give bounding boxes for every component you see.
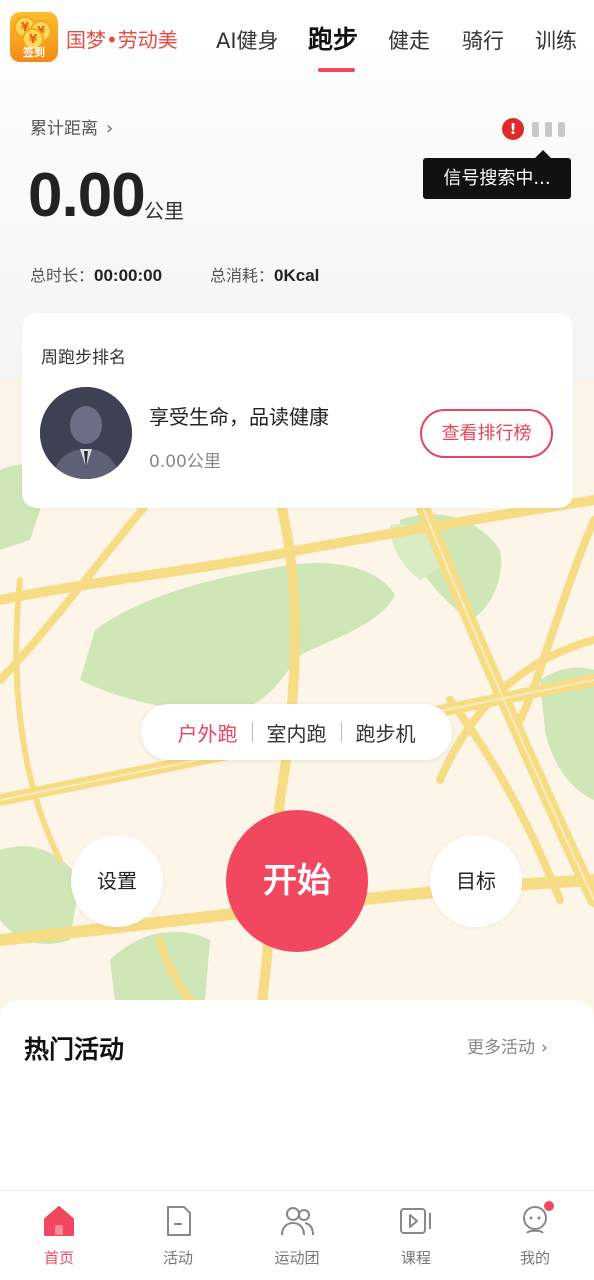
cumulative-distance-label: 累计距离	[30, 119, 98, 139]
nav-sports-group[interactable]: 运动团	[238, 1191, 356, 1280]
ranking-user-distance: 0.00公里	[149, 452, 221, 472]
person-avatar-icon	[40, 387, 132, 479]
document-icon	[167, 1206, 191, 1236]
total-duration-label: 总时长：	[30, 266, 95, 285]
brand-title[interactable]: 国梦•劳动美	[66, 24, 178, 53]
tab-ai-fitness[interactable]: AI健身	[216, 25, 279, 55]
notification-dot	[544, 1201, 554, 1211]
mode-treadmill[interactable]: 跑步机	[356, 718, 416, 747]
video-icon	[400, 1208, 431, 1234]
tab-running[interactable]: 跑步	[308, 20, 358, 56]
cumulative-distance-link[interactable]: 累计距离 ›	[30, 114, 113, 139]
hot-activities-section: 热门活动 更多活动 ›	[0, 1000, 594, 1190]
tab-cycling[interactable]: 骑行	[462, 25, 504, 55]
chevron-right-icon: ›	[106, 118, 114, 139]
nav-profile-label: 我的	[519, 1249, 550, 1267]
hot-activities-title: 热门活动	[24, 1035, 125, 1064]
divider	[251, 722, 253, 742]
signin-badge-button[interactable]: ¥ ¥ ¥ 签到	[10, 12, 58, 62]
gps-signal-indicator[interactable]: !	[502, 118, 566, 142]
divider	[340, 722, 342, 742]
total-calories-value: 0Kcal	[274, 266, 320, 285]
nav-courses-label: 课程	[400, 1249, 431, 1267]
ranking-user-name: 享受生命，品读健康	[149, 405, 329, 429]
total-distance-value: 0.00	[28, 161, 146, 230]
ranking-title: 周跑步排名	[41, 348, 126, 368]
start-button[interactable]: 开始	[226, 810, 368, 952]
weekly-ranking-card: 周跑步排名 享受生命，品读健康 0.00公里 查看排行榜	[22, 313, 573, 508]
total-duration: 总时长：00:00:00	[30, 262, 162, 286]
nav-activities-label: 活动	[162, 1249, 193, 1267]
active-tab-indicator	[318, 68, 355, 72]
mode-indoor-run[interactable]: 室内跑	[267, 718, 327, 747]
avatar[interactable]	[40, 387, 132, 479]
signal-bar	[558, 122, 565, 137]
run-mode-selector: 户外跑 室内跑 跑步机	[141, 704, 452, 760]
total-calories-label: 总消耗：	[210, 266, 275, 285]
nav-courses[interactable]: 课程	[357, 1191, 475, 1280]
signal-bar	[545, 122, 552, 137]
nav-profile[interactable]: 我的	[476, 1191, 594, 1280]
running-page: ¥ ¥ ¥ 签到 国梦•劳动美 AI健身 跑步 健走 骑行 训练 累计距离 › 0…	[0, 0, 594, 1280]
view-leaderboard-button[interactable]: 查看排行榜	[420, 409, 553, 458]
more-activities-label: 更多活动	[467, 1038, 535, 1058]
tab-walking[interactable]: 健走	[388, 25, 430, 55]
nav-sports-group-label: 运动团	[274, 1249, 320, 1267]
group-icon	[281, 1207, 314, 1236]
total-duration-value: 00:00:00	[94, 266, 163, 285]
top-header: ¥ ¥ ¥ 签到 国梦•劳动美	[0, 0, 594, 80]
distance-unit: 公里	[144, 199, 184, 223]
signal-bar	[532, 122, 539, 137]
signal-tooltip: 信号搜索中...	[423, 150, 571, 199]
nav-activities[interactable]: 活动	[119, 1191, 237, 1280]
bottom-navigation: 首页 活动 运动团 课程 我的	[0, 1190, 594, 1280]
tab-training[interactable]: 训练	[535, 25, 577, 55]
total-calories: 总消耗：0Kcal	[210, 262, 319, 286]
nav-home[interactable]: 首页	[0, 1191, 118, 1280]
home-icon	[44, 1206, 74, 1236]
settings-button[interactable]: 设置	[71, 835, 163, 927]
more-activities-link[interactable]: 更多活动 ›	[467, 1033, 548, 1058]
alert-icon: !	[502, 118, 524, 140]
mode-outdoor-run[interactable]: 户外跑	[178, 718, 238, 747]
signin-badge-label: 签到	[23, 46, 45, 59]
nav-home-label: 首页	[43, 1249, 74, 1267]
chevron-right-icon: ›	[541, 1038, 548, 1058]
goal-button[interactable]: 目标	[430, 835, 522, 927]
